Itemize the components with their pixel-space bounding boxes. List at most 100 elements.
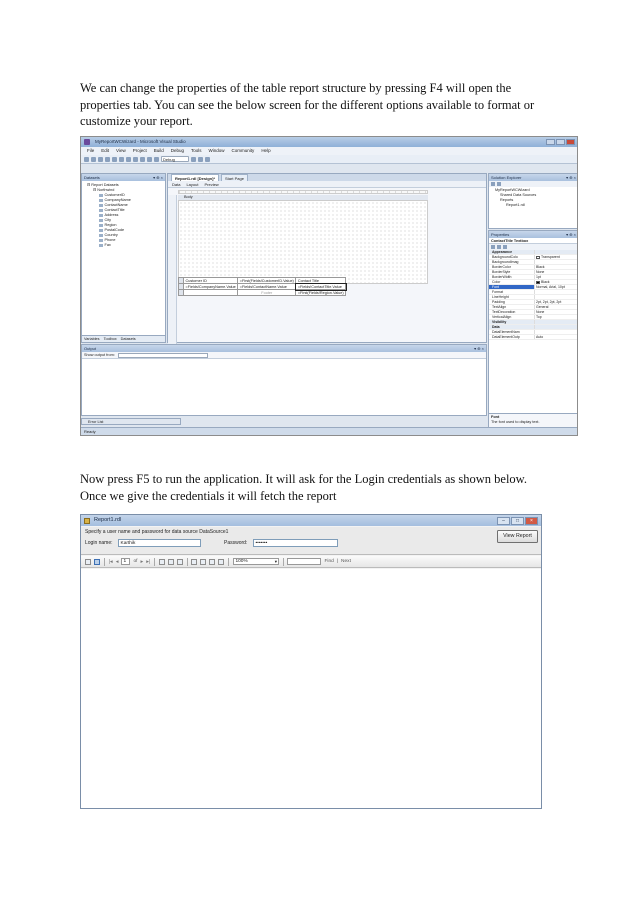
property-value[interactable] [534, 295, 577, 299]
menu-help[interactable]: Help [261, 147, 270, 155]
solution-config-select[interactable]: Debug [161, 156, 189, 162]
menu-community[interactable]: Community [232, 147, 255, 155]
document-map-icon[interactable] [85, 558, 91, 565]
minimize-icon[interactable] [546, 138, 555, 145]
open-icon[interactable] [98, 156, 103, 162]
print-layout-icon[interactable] [200, 558, 207, 565]
tab-toolbox[interactable]: Toolbox [104, 336, 117, 342]
find-input[interactable] [287, 558, 322, 565]
menu-debug[interactable]: Debug [171, 147, 184, 155]
first-page-icon[interactable]: |◂ [109, 559, 113, 565]
tree-item-report-file[interactable]: Report1.rdl [492, 203, 575, 208]
previous-page-icon[interactable]: ◂ [116, 559, 119, 565]
toolbox-icon[interactable] [205, 156, 210, 162]
menu-edit[interactable]: Edit [101, 147, 109, 155]
copy-icon[interactable] [126, 156, 131, 162]
tab-variables[interactable]: Variables [84, 336, 100, 342]
report-table[interactable]: Customer ID =First(Fields!CustomerID.Val… [178, 277, 347, 296]
output-source-select[interactable] [117, 352, 208, 358]
refresh-icon[interactable] [176, 558, 183, 565]
error-list-tab[interactable]: Error List [81, 418, 181, 425]
property-value[interactable] [534, 320, 577, 324]
show-all-files-icon[interactable] [497, 182, 501, 186]
next-link[interactable]: Next [341, 559, 351, 564]
property-value[interactable]: Normal, Arial, 10pt [534, 285, 577, 289]
menu-window[interactable]: Window [209, 147, 225, 155]
tab-preview[interactable]: Preview [204, 181, 218, 187]
table-cell[interactable] [182, 289, 239, 296]
property-value[interactable]: General [534, 305, 577, 309]
property-value[interactable] [534, 250, 577, 254]
last-page-icon[interactable]: ▸| [146, 559, 150, 565]
save-all-icon[interactable] [112, 156, 117, 162]
start-debug-icon[interactable] [154, 156, 159, 162]
properties-icon[interactable] [198, 156, 203, 162]
page-setup-icon[interactable] [209, 558, 216, 565]
menu-tools[interactable]: Tools [191, 147, 202, 155]
property-pages-icon[interactable] [503, 245, 507, 249]
window-controls [546, 138, 575, 145]
properties-icon[interactable] [491, 182, 495, 186]
categorized-icon[interactable] [491, 245, 495, 249]
design-canvas[interactable] [178, 200, 428, 284]
save-icon[interactable] [105, 156, 110, 162]
menu-view[interactable]: View [116, 147, 126, 155]
maximize-icon[interactable]: □ [511, 516, 524, 525]
next-page-icon[interactable]: ▸ [140, 559, 143, 565]
menu-project[interactable]: Project [133, 147, 147, 155]
print-icon[interactable] [191, 558, 198, 565]
close-icon[interactable] [566, 138, 575, 145]
tab-start-page[interactable]: Start Page [221, 174, 248, 181]
menu-build[interactable]: Build [154, 147, 164, 155]
pin-icon[interactable]: ▾ ⊕ × [474, 345, 484, 352]
property-value[interactable]: 2pt, 2pt, 2pt, 2pt [534, 300, 577, 304]
tab-datasets[interactable]: Datasets [121, 336, 136, 342]
close-icon[interactable]: × [525, 516, 538, 525]
parameters-icon[interactable] [94, 558, 100, 565]
view-report-button[interactable]: View Report [497, 530, 538, 543]
minimize-icon[interactable]: – [497, 516, 510, 525]
paste-icon[interactable] [133, 156, 138, 162]
page-number-input[interactable]: 1 [121, 558, 131, 565]
maximize-icon[interactable] [556, 138, 565, 145]
login-name-input[interactable]: Karthik [118, 539, 201, 547]
tab-report-design[interactable]: Report1.rdl [Design]* [171, 174, 220, 181]
stop-icon[interactable] [167, 558, 174, 565]
field-item[interactable]: Fax [85, 243, 162, 248]
property-value[interactable] [534, 325, 577, 329]
find-icon[interactable] [191, 156, 196, 162]
property-value[interactable]: Black [534, 280, 577, 284]
export-icon[interactable] [218, 558, 225, 565]
find-link[interactable]: Find [324, 559, 333, 564]
property-value[interactable]: Black [534, 265, 577, 269]
table-cell[interactable]: =First(Fields!Region.Value) [295, 289, 347, 296]
property-name: Padding [492, 300, 505, 304]
table-cell[interactable]: Footer [237, 289, 297, 296]
property-value[interactable]: 1pt [534, 275, 577, 279]
add-item-icon[interactable] [91, 156, 96, 162]
tab-layout[interactable]: Layout [186, 181, 198, 187]
alphabetical-icon[interactable] [497, 245, 501, 249]
property-value[interactable]: Top [534, 315, 577, 319]
pin-icon[interactable]: ▾ ⊕ × [566, 174, 576, 181]
property-value[interactable]: Auto [534, 335, 577, 339]
redo-icon[interactable] [147, 156, 152, 162]
tab-data[interactable]: Data [172, 181, 180, 187]
property-value[interactable]: None [534, 310, 577, 314]
new-project-icon[interactable] [84, 156, 89, 162]
property-row[interactable]: DataElementOutp Auto [489, 335, 577, 340]
property-value[interactable]: None [534, 270, 577, 274]
password-input[interactable]: ••••••• [253, 539, 338, 547]
pin-icon[interactable]: ▾ ⊕ × [153, 174, 163, 181]
property-value[interactable] [534, 260, 577, 264]
pin-icon[interactable]: ▾ ⊕ × [566, 231, 576, 238]
property-value[interactable]: Transparent [534, 255, 577, 259]
undo-icon[interactable] [140, 156, 145, 162]
property-value[interactable] [534, 290, 577, 294]
back-icon[interactable] [158, 558, 165, 565]
cut-icon[interactable] [119, 156, 124, 162]
ide-toolbar: Debug [81, 155, 577, 164]
zoom-select[interactable]: 100% [232, 558, 279, 565]
property-value[interactable] [534, 330, 577, 334]
menu-file[interactable]: File [87, 147, 94, 155]
